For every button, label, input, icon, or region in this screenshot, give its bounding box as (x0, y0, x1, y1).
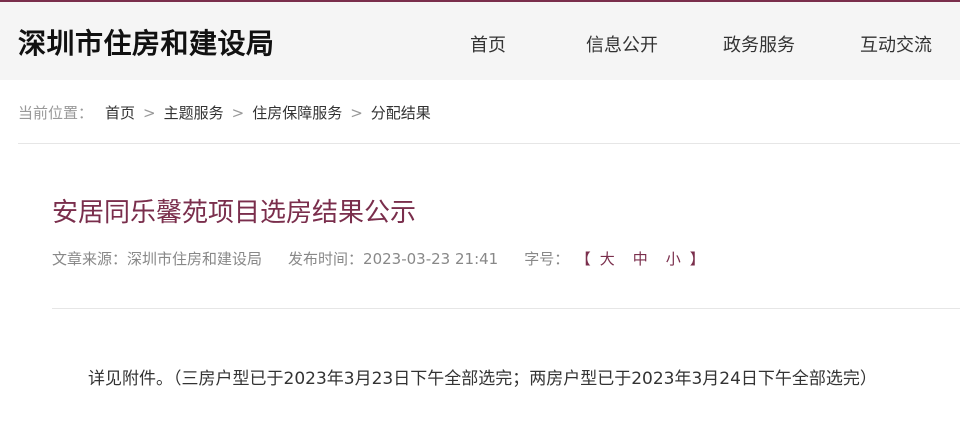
breadcrumb-prefix: 当前位置： (18, 104, 94, 122)
bracket-open: 【 (583, 250, 591, 268)
source-value: 深圳市住房和建设局 (127, 250, 263, 268)
nav-item-home[interactable]: 首页 (470, 31, 506, 57)
font-size-small-button[interactable]: 小 (666, 250, 681, 268)
breadcrumb-item-topic-services[interactable]: 主题服务 (164, 104, 224, 122)
article-body: 详见附件。（三房户型已于2023年3月23日下午全部选完；两房户型已于2023年… (88, 369, 877, 389)
bracket-close: 】 (689, 250, 705, 268)
nav-item-interaction[interactable]: 互动交流 (860, 31, 932, 57)
font-size-label: 字号： (524, 250, 570, 268)
source-label: 文章来源： (52, 250, 128, 268)
breadcrumb: 当前位置： 首页 > 主题服务 > 住房保障服务 > 分配结果 (18, 102, 431, 123)
site-header: 深圳市住房和建设局 首页 信息公开 政务服务 互动交流 (0, 2, 960, 80)
font-size-medium-button[interactable]: 中 (633, 250, 648, 268)
site-title[interactable]: 深圳市住房和建设局 (18, 22, 275, 62)
publish-time-label: 发布时间： (288, 250, 364, 268)
article-title: 安居同乐馨苑项目选房结果公示 (52, 198, 417, 228)
breadcrumb-separator: > (350, 104, 363, 122)
breadcrumb-separator: > (231, 104, 245, 122)
breadcrumb-item-allocation-results[interactable]: 分配结果 (371, 104, 431, 122)
divider (52, 308, 960, 309)
breadcrumb-separator: > (143, 104, 156, 122)
nav-item-info-disclosure[interactable]: 信息公开 (586, 31, 658, 57)
divider (18, 143, 960, 144)
font-size-large-button[interactable]: 大 (600, 250, 615, 268)
publish-time-value: 2023-03-23 21:41 (363, 250, 499, 268)
article-meta: 文章来源：深圳市住房和建设局 发布时间：2023-03-23 21:41 字号： 【大… (52, 248, 705, 269)
breadcrumb-item-housing-security[interactable]: 住房保障服务 (252, 104, 342, 122)
nav-item-government-services[interactable]: 政务服务 (723, 31, 795, 57)
breadcrumb-item-home[interactable]: 首页 (105, 104, 135, 122)
